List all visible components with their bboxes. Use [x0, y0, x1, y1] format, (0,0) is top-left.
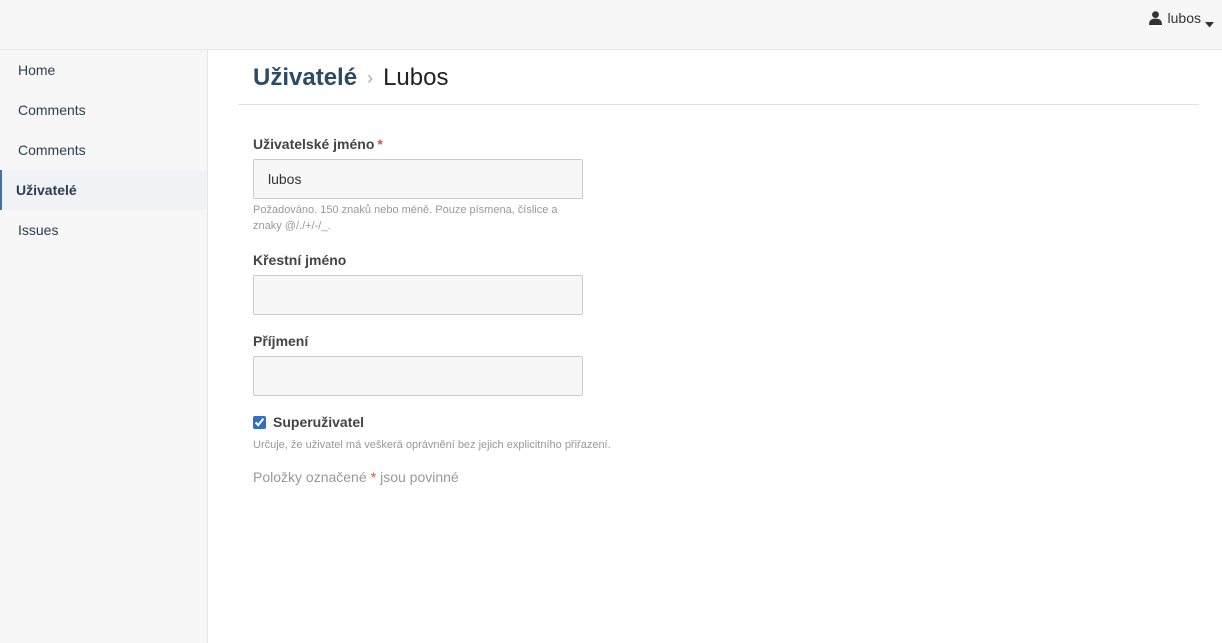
required-mark: *	[377, 136, 383, 152]
required-note-prefix: Položky označené	[253, 469, 367, 485]
main-content: Uživatelé › Lubos Uživatelské jméno* Pož…	[238, 50, 1199, 485]
user-edit-form: Uživatelské jméno* Požadováno. 150 znaků…	[238, 105, 1199, 485]
top-bar: lubos	[0, 0, 1222, 50]
superuser-row: Superuživatel	[253, 414, 1199, 430]
superuser-label[interactable]: Superuživatel	[273, 414, 364, 430]
username-field-group: Uživatelské jméno* Požadováno. 150 znaků…	[253, 136, 1199, 234]
breadcrumb-users-link[interactable]: Uživatelé	[253, 64, 357, 92]
sidebar-item-label: Comments	[18, 102, 86, 118]
sidebar-item-home[interactable]: Home	[0, 50, 207, 90]
page-title: Lubos	[383, 64, 449, 91]
required-note-mark: *	[370, 469, 377, 485]
user-icon	[1148, 11, 1162, 25]
breadcrumb-separator: ›	[367, 67, 374, 88]
sidebar: Home Comments Comments Uživatelé Issues	[0, 50, 208, 643]
last-name-label: Příjmení	[253, 333, 309, 349]
superuser-checkbox[interactable]	[253, 415, 266, 429]
sidebar-item-label: Uživatelé	[16, 182, 77, 198]
username-label: Uživatelské jméno *	[253, 136, 1199, 152]
sidebar-item-label: Home	[18, 62, 56, 78]
required-note-suffix: jsou povinné	[380, 469, 459, 485]
user-menu[interactable]: lubos	[1148, 9, 1214, 28]
first-name-field-group: Křestní jméno	[253, 252, 1199, 315]
first-name-input[interactable]	[253, 275, 583, 315]
sidebar-item-comments-2[interactable]: Comments	[0, 130, 207, 170]
last-name-input[interactable]	[253, 356, 583, 396]
required-fields-note: Položky označené * jsou povinné	[253, 469, 1199, 485]
sidebar-item-comments[interactable]: Comments	[0, 90, 207, 130]
username-input[interactable]	[253, 159, 583, 199]
first-name-label: Křestní jméno	[253, 252, 347, 268]
username-help-text: Požadováno. 150 znaků nebo méně. Pouze p…	[253, 204, 558, 232]
superuser-help-text: Určuje, že uživatel má veškerá oprávnění…	[253, 439, 611, 451]
caret-down-icon	[1205, 15, 1214, 28]
last-name-field-group: Příjmení	[253, 333, 1199, 396]
breadcrumb: Uživatelé › Lubos	[238, 50, 1199, 105]
username-label-text: Uživatelské jméno	[253, 136, 375, 152]
user-name: lubos	[1167, 10, 1201, 26]
sidebar-item-issues[interactable]: Issues	[0, 210, 207, 250]
sidebar-item-label: Issues	[18, 222, 59, 238]
sidebar-item-label: Comments	[18, 142, 86, 158]
sidebar-item-users[interactable]: Uživatelé	[0, 170, 207, 210]
